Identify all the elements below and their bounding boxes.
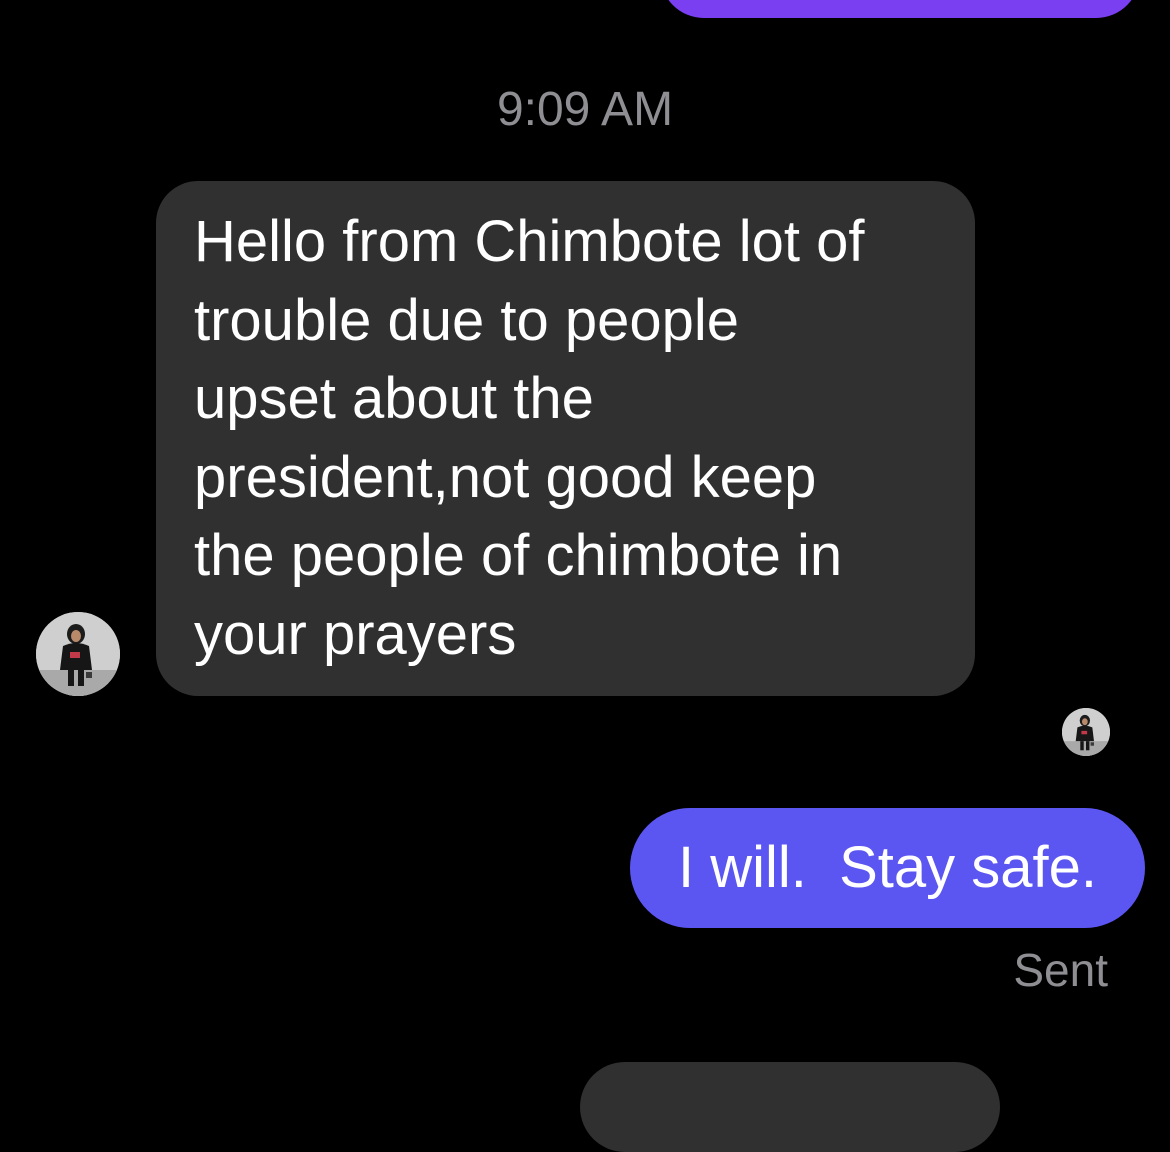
outgoing-message-text: I will. Stay safe. — [677, 835, 1098, 900]
delivery-status: Sent — [1013, 944, 1108, 996]
incoming-message-bubble[interactable]: Hello from Chimbote lot of trouble due t… — [156, 181, 975, 696]
outgoing-message-bubble[interactable]: I will. Stay safe. — [630, 808, 1145, 928]
avatar-photo-icon — [1062, 708, 1110, 756]
avatar-photo-icon — [36, 612, 120, 696]
next-incoming-message-bubble[interactable] — [580, 1062, 1000, 1152]
incoming-message-text: Hello from Chimbote lot of trouble due t… — [194, 209, 865, 667]
sender-avatar-icon[interactable] — [36, 612, 120, 696]
message-timestamp: 9:09 AM — [496, 83, 674, 136]
read-receipt-avatar-icon — [1062, 708, 1110, 756]
previous-outgoing-message-bubble[interactable] — [660, 0, 1140, 18]
